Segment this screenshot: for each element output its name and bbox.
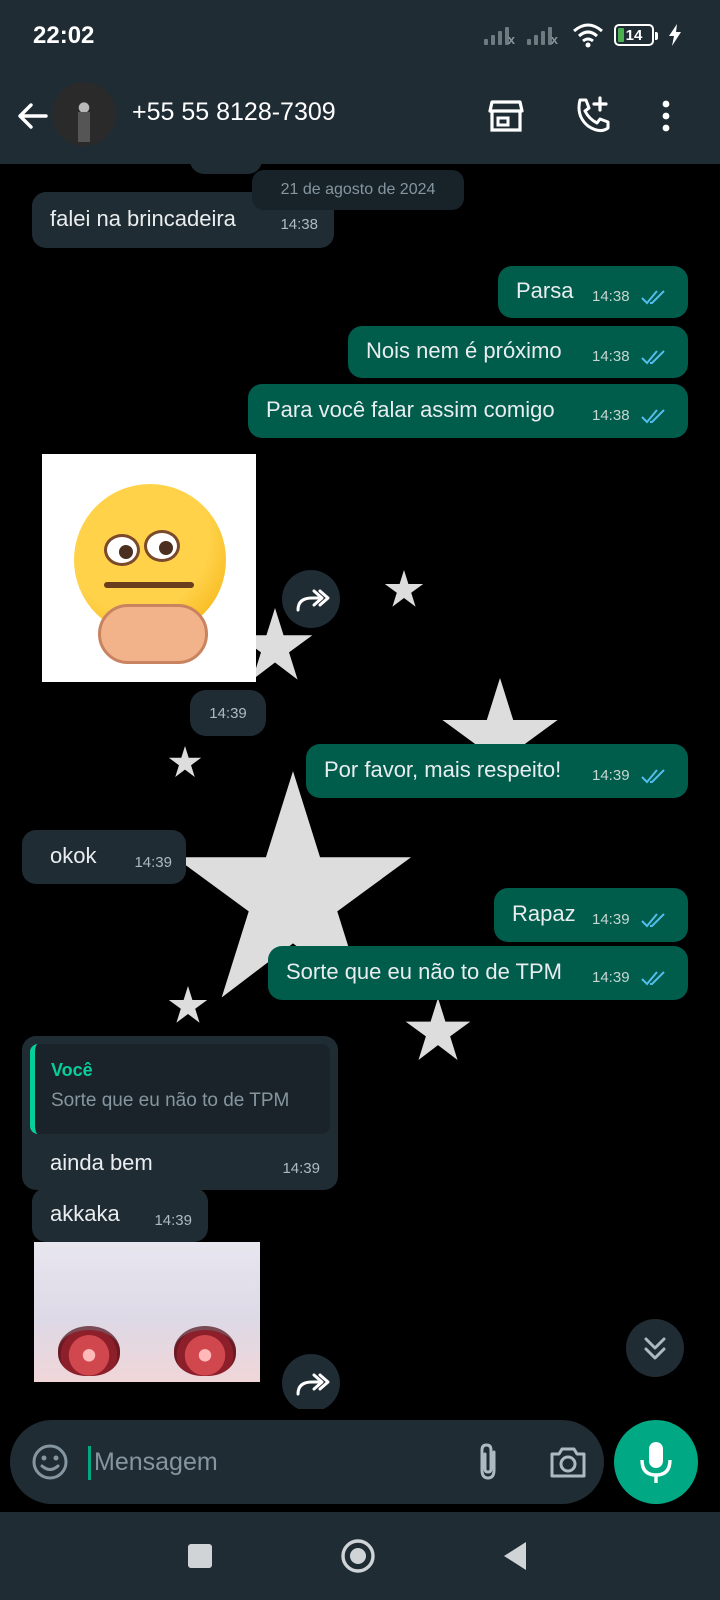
status-bar: 22:02 x x 14 bbox=[0, 0, 720, 72]
recents-icon[interactable] bbox=[178, 1534, 222, 1578]
sticker-time: 14:39 bbox=[190, 690, 266, 736]
chat-header: +55 55 8128-7309 bbox=[0, 72, 720, 164]
message-time: 14:38 bbox=[592, 348, 630, 365]
anime-eye bbox=[174, 1326, 236, 1376]
message-text: akkaka bbox=[50, 1201, 120, 1226]
status-icons: x x 14 bbox=[484, 22, 682, 48]
sticker-hands bbox=[98, 604, 208, 664]
message-time: 14:39 bbox=[592, 969, 630, 986]
wallpaper-star-icon bbox=[384, 570, 424, 607]
message-text: ainda bem bbox=[50, 1150, 153, 1175]
battery-icon: 14 bbox=[614, 24, 658, 46]
message-time: 14:39 bbox=[134, 854, 172, 871]
forward-icon[interactable] bbox=[282, 570, 340, 628]
message-incoming[interactable]: akkaka 14:39 bbox=[32, 1188, 208, 1242]
composer-bar bbox=[10, 1420, 604, 1504]
message-outgoing[interactable]: Por favor, mais respeito! 14:39 bbox=[306, 744, 688, 798]
message-text: Por favor, mais respeito! bbox=[324, 757, 562, 782]
message-outgoing[interactable]: Nois nem é próximo 14:38 bbox=[348, 326, 688, 378]
message-time: 14:39 bbox=[154, 1212, 192, 1229]
message-incoming[interactable]: okok 14:39 bbox=[22, 830, 186, 884]
signal-icon: x bbox=[527, 25, 558, 47]
forward-icon[interactable] bbox=[282, 1354, 340, 1409]
message-text: Sorte que eu não to de TPM bbox=[286, 959, 562, 984]
message-reply-incoming[interactable]: Você Sorte que eu não to de TPM ainda be… bbox=[22, 1036, 338, 1190]
wallpaper-star-icon bbox=[405, 998, 471, 1060]
message-list[interactable]: falei na brincadeira 14:38 21 de agosto … bbox=[0, 164, 720, 1409]
message-outgoing[interactable]: Rapaz 14:39 bbox=[494, 888, 688, 942]
scroll-to-bottom-icon[interactable] bbox=[626, 1319, 684, 1377]
message-time: 14:39 bbox=[592, 767, 630, 784]
message-text: okok bbox=[50, 843, 97, 868]
message-text: Rapaz bbox=[512, 901, 576, 926]
message-text: Nois nem é próximo bbox=[366, 338, 562, 363]
message-time: 14:39 bbox=[282, 1160, 320, 1177]
date-separator: 21 de agosto de 2024 bbox=[252, 170, 464, 210]
message-time: 14:38 bbox=[592, 288, 630, 305]
wallpaper-star-icon bbox=[168, 986, 208, 1023]
emoji-icon[interactable] bbox=[30, 1442, 70, 1482]
home-icon[interactable] bbox=[336, 1534, 380, 1578]
camera-icon[interactable] bbox=[546, 1440, 590, 1484]
read-ticks-icon bbox=[641, 769, 665, 784]
message-bubble-partial bbox=[190, 164, 262, 174]
read-ticks-icon bbox=[641, 350, 665, 365]
status-time: 22:02 bbox=[33, 22, 95, 49]
signal-icon: x bbox=[484, 25, 515, 47]
message-time: 14:38 bbox=[592, 407, 630, 424]
read-ticks-icon bbox=[641, 290, 665, 305]
catalog-store-icon[interactable] bbox=[484, 94, 528, 138]
microphone-icon[interactable] bbox=[614, 1420, 698, 1504]
quote-author: Você bbox=[51, 1060, 93, 1080]
quoted-message[interactable]: Você Sorte que eu não to de TPM bbox=[30, 1044, 330, 1134]
read-ticks-icon bbox=[641, 913, 665, 928]
add-call-icon[interactable] bbox=[570, 94, 614, 138]
wifi-icon bbox=[573, 23, 603, 48]
charging-icon bbox=[669, 24, 681, 46]
contact-avatar[interactable] bbox=[52, 82, 116, 146]
message-time: 14:39 bbox=[592, 911, 630, 928]
attach-icon[interactable] bbox=[466, 1440, 510, 1484]
back-icon[interactable] bbox=[494, 1534, 538, 1578]
text-caret bbox=[88, 1446, 91, 1480]
message-text: Para você falar assim comigo bbox=[266, 397, 555, 422]
message-text: falei na brincadeira bbox=[50, 206, 236, 231]
back-arrow-icon[interactable] bbox=[14, 98, 50, 134]
contact-name[interactable]: +55 55 8128-7309 bbox=[132, 98, 336, 127]
battery-level: 14 bbox=[625, 26, 643, 44]
message-outgoing[interactable]: Sorte que eu não to de TPM 14:39 bbox=[268, 946, 688, 1000]
read-ticks-icon bbox=[641, 409, 665, 424]
anime-eye bbox=[58, 1326, 120, 1376]
system-nav-bar bbox=[0, 1512, 720, 1600]
sticker-image[interactable] bbox=[42, 454, 256, 682]
message-outgoing[interactable]: Para você falar assim comigo 14:38 bbox=[248, 384, 688, 438]
read-ticks-icon bbox=[641, 971, 665, 986]
message-outgoing[interactable]: Parsa 14:38 bbox=[498, 266, 688, 318]
more-options-icon[interactable] bbox=[644, 94, 688, 138]
message-text: Parsa bbox=[516, 278, 574, 303]
image-message[interactable] bbox=[34, 1242, 260, 1382]
message-input[interactable] bbox=[94, 1440, 454, 1484]
quote-text: Sorte que eu não to de TPM bbox=[51, 1090, 290, 1111]
message-time: 14:38 bbox=[280, 216, 318, 233]
